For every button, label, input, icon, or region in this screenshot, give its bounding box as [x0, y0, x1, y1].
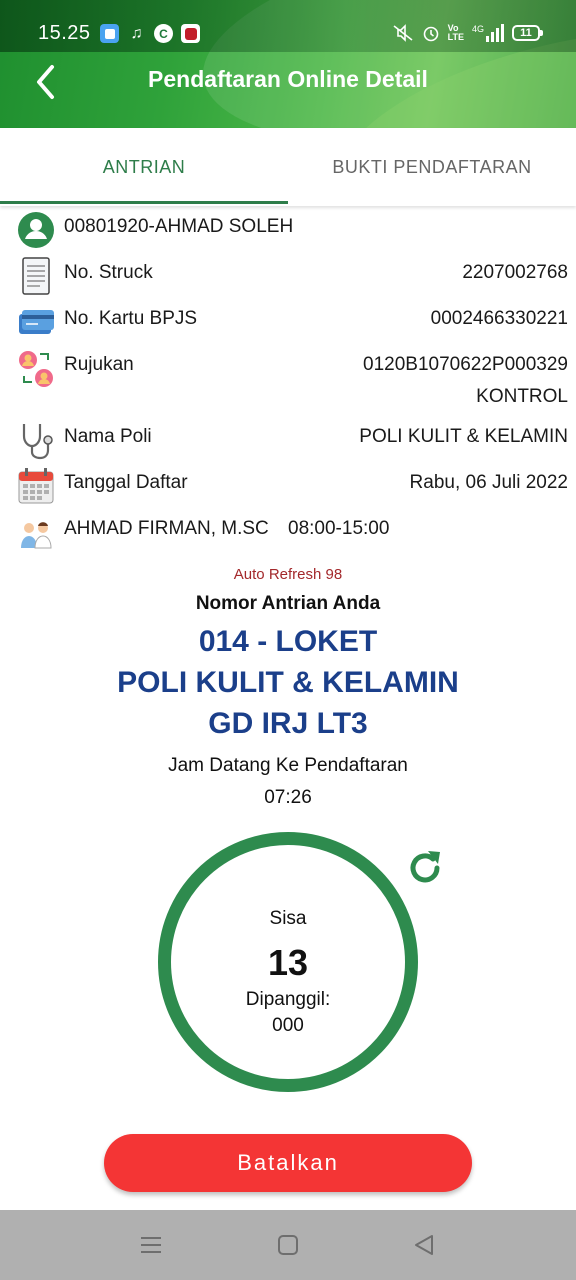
tanggal-value: Rabu, 06 Juli 2022 [409, 472, 568, 493]
sisa-value: 13 [267, 942, 309, 983]
patient-name: 00801920-AHMAD SOLEH [64, 216, 294, 237]
struck-value: 2207002768 [462, 262, 568, 283]
person-avatar-icon [18, 212, 54, 248]
square-app-icon [100, 24, 119, 43]
mute-icon [393, 24, 413, 42]
rujukan-label: Rujukan [64, 354, 134, 375]
rujukan-type: KONTROL [476, 386, 568, 407]
dokter-name: AHMAD FIRMAN, M.SC [64, 518, 269, 539]
status-time: 15.25 [38, 22, 91, 44]
notification-icons: ♫ C [100, 24, 200, 43]
struck-label: No. Struck [64, 262, 153, 283]
calendar-icon [18, 468, 54, 504]
system-nav-bar [0, 1210, 576, 1280]
poli-label: Nama Poli [64, 426, 152, 447]
hexagon-app-icon [181, 24, 200, 43]
referral-icon [19, 351, 53, 387]
tab-bar: ANTRIAN BUKTI PENDAFTARAN [0, 128, 576, 206]
refresh-icon [410, 851, 440, 883]
arrival-time-value: 07:26 [264, 787, 312, 808]
back-triangle-icon[interactable] [411, 1232, 437, 1258]
tab-antrian[interactable]: ANTRIAN [0, 128, 288, 206]
doctors-icon [21, 522, 52, 549]
volte-icon: Vo LTE [447, 23, 464, 42]
bpjs-value: 0002466330221 [430, 308, 568, 329]
dipanggil-label: Dipanggil: [245, 989, 331, 1010]
receipt-icon [22, 257, 50, 295]
rujukan-row: Rujukan 0120B1070622P000329 KONTROL [0, 346, 576, 418]
active-tab-indicator [0, 201, 288, 204]
dipanggil-value: 000 [272, 1015, 304, 1036]
arrival-time-label: Jam Datang Ke Pendaftaran [168, 755, 408, 776]
cancel-button[interactable]: Batalkan [104, 1134, 472, 1192]
app-header: 15.25 ♫ C Vo LTE 4G 11 Pendaftaran Online… [0, 0, 576, 128]
tanggal-row: Tanggal Daftar Rabu, 06 Juli 2022 [0, 464, 576, 510]
sisa-label: Sisa [269, 908, 307, 929]
stethoscope-icon [22, 424, 53, 460]
tab-bukti-pendaftaran[interactable]: BUKTI PENDAFTARAN [288, 128, 576, 206]
queue-location: GD IRJ LT3 [208, 707, 368, 740]
bpjs-row: No. Kartu BPJS 0002466330221 [0, 300, 576, 346]
poli-value: POLI KULIT & KELAMIN [359, 426, 568, 447]
queue-number: 014 - LOKET [198, 625, 378, 658]
dokter-row: AHMAD FIRMAN, M.SC 08:00-15:00 [0, 510, 576, 556]
card-icon [19, 310, 54, 334]
home-icon[interactable] [275, 1232, 301, 1258]
menu-icon[interactable] [138, 1232, 164, 1258]
refresh-button[interactable] [404, 846, 446, 888]
poli-row: Nama Poli POLI KULIT & KELAMIN [0, 418, 576, 464]
patient-row: 00801920-AHMAD SOLEH [0, 208, 576, 254]
c-app-icon: C [154, 24, 173, 43]
battery-indicator: 11 [512, 25, 543, 41]
status-bar: 15.25 ♫ C Vo LTE 4G 11 [0, 0, 576, 52]
tiktok-icon: ♫ [130, 24, 143, 42]
bpjs-label: No. Kartu BPJS [64, 308, 198, 329]
struck-row: No. Struck 2207002768 [0, 254, 576, 300]
status-right: Vo LTE 4G 11 [392, 23, 543, 42]
network-type: 4G [471, 24, 484, 34]
dokter-time: 08:00-15:00 [288, 518, 390, 539]
alarm-icon [423, 26, 438, 42]
auto-refresh-counter: Auto Refresh 98 [233, 566, 343, 583]
queue-number-label: Nomor Antrian Anda [195, 593, 381, 614]
rujukan-value: 0120B1070622P000329 [363, 354, 568, 375]
signal-4g-icon: 4G [472, 24, 504, 42]
page-title: Pendaftaran Online Detail [148, 66, 428, 92]
tanggal-label: Tanggal Daftar [64, 472, 188, 493]
queue-poli: POLI KULIT & KELAMIN [117, 666, 459, 699]
